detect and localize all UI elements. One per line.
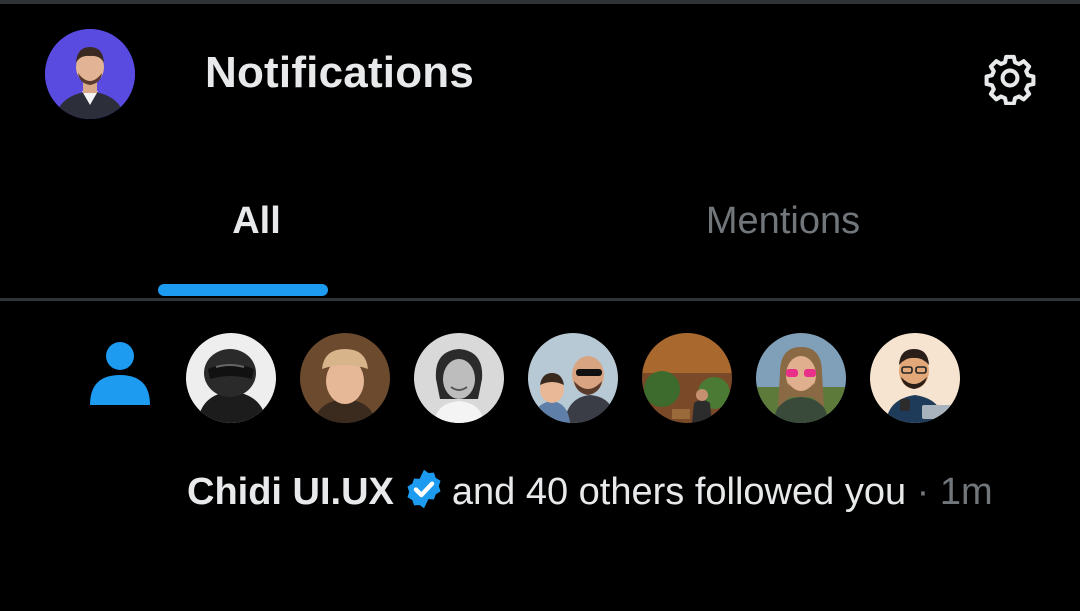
tab-all[interactable]: All [0,150,540,298]
man-in-garden-avatar[interactable] [642,333,732,423]
tab-all-label: All [232,200,281,242]
cartoon-man-image [870,333,960,423]
active-tab-indicator [158,284,328,296]
pink-sunglasses-avatar[interactable] [756,333,846,423]
tab-bar: All Mentions [0,150,1080,300]
settings-button[interactable] [980,48,1040,108]
pink-sunglasses-image [756,333,846,423]
action-text: and 40 others followed you [451,471,907,513]
tab-mentions-label: Mentions [705,200,861,242]
father-and-child-image [528,333,618,423]
header: Notifications [0,4,1080,140]
user-avatar-image [45,29,135,119]
page-title: Notifications [205,48,475,97]
cap-wearer-image [300,333,390,423]
smiling-woman-image [414,333,504,423]
father-and-child-avatar[interactable] [528,333,618,423]
verified-badge-icon [407,469,441,509]
smiling-woman-avatar[interactable] [414,333,504,423]
notification-text: Chidi UI.UX and 40 others followed you ·… [187,459,1017,526]
cap-wearer-avatar[interactable] [300,333,390,423]
gear-icon [984,54,1036,105]
helmet-rider-image [186,333,276,423]
actor-name[interactable]: Chidi UI.UX [187,471,394,513]
helmet-rider-avatar[interactable] [186,333,276,423]
man-in-garden-image [642,333,732,423]
separator-dot: · [916,471,930,513]
person-icon [90,342,150,405]
timestamp: 1m [939,471,993,513]
cartoon-man-avatar[interactable] [870,333,960,423]
user-avatar[interactable] [45,29,135,119]
follow-notification[interactable]: Chidi UI.UX and 40 others followed you ·… [0,301,1080,611]
tab-mentions[interactable]: Mentions [513,150,1053,298]
